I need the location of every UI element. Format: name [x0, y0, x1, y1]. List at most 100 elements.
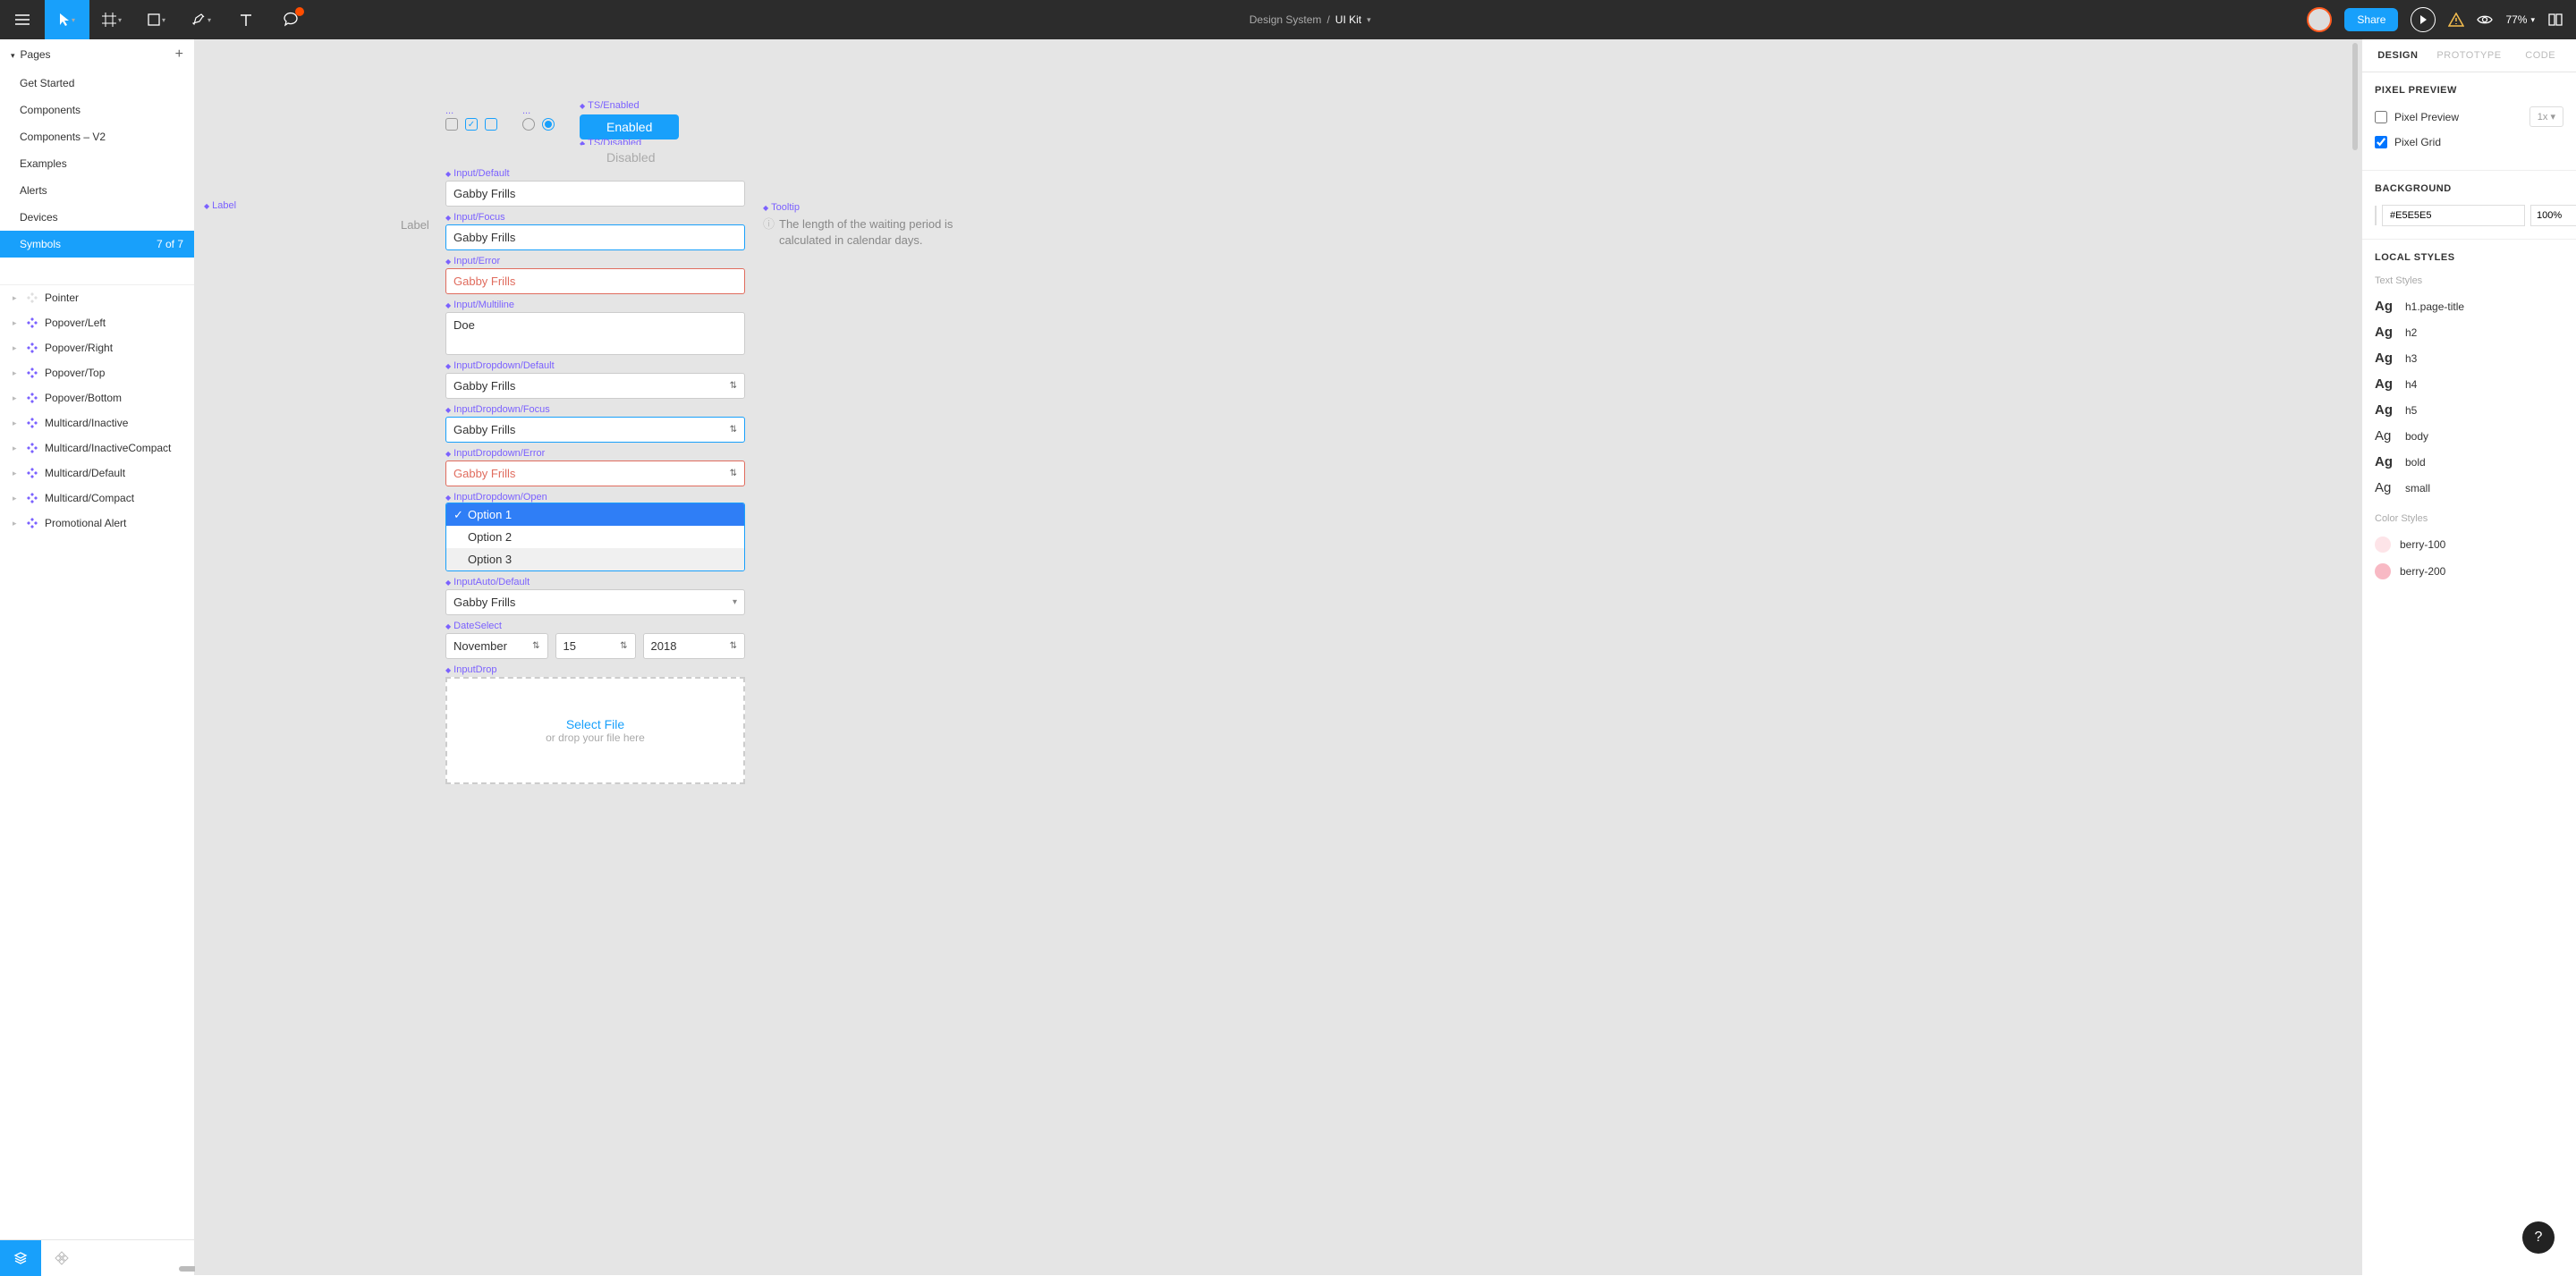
background-opacity-input[interactable] [2530, 205, 2576, 226]
text-styles-subtitle: Text Styles [2375, 275, 2563, 286]
frame-ts-enabled[interactable]: TS/Enabled [580, 100, 640, 111]
checkbox-checked[interactable]: ✓ [465, 118, 478, 131]
frame-input-default[interactable]: Input/Default [445, 168, 745, 179]
layer-item[interactable]: ▸Popover/Bottom [0, 385, 194, 410]
frame-date-select[interactable]: DateSelect [445, 621, 745, 631]
frame-input-multiline[interactable]: Input/Multiline [445, 300, 745, 310]
date-year[interactable]: 2018 [643, 633, 746, 659]
layers-tab[interactable] [0, 1240, 41, 1276]
background-swatch[interactable] [2375, 206, 2377, 225]
date-month[interactable]: November [445, 633, 548, 659]
pixel-preview-scale[interactable]: 1x ▾ [2529, 106, 2563, 127]
radio-unselected[interactable] [522, 118, 535, 131]
add-page-icon[interactable]: + [175, 46, 183, 63]
dropdown-error[interactable]: Gabby Frills [445, 461, 745, 486]
text-style-row[interactable]: Agh1.page-title [2375, 293, 2563, 319]
background-hex-input[interactable] [2382, 205, 2525, 226]
share-button[interactable]: Share [2344, 8, 2398, 31]
date-day[interactable]: 15 [555, 633, 636, 659]
visibility-icon[interactable] [2477, 14, 2493, 25]
frame-input-focus[interactable]: Input/Focus [445, 212, 745, 223]
expand-icon: ▸ [13, 343, 20, 353]
input-focus[interactable]: Gabby Frills [445, 224, 745, 250]
page-item[interactable]: Alerts [0, 177, 194, 204]
frame-input-drop[interactable]: InputDrop [445, 664, 745, 675]
background-title: BACKGROUND [2375, 183, 2563, 194]
layer-item[interactable]: ▸Multicard/Inactive [0, 410, 194, 435]
pixel-grid-checkbox[interactable] [2375, 136, 2387, 148]
checkbox-focus[interactable] [485, 118, 497, 131]
dropdown-open[interactable]: Option 1 Option 2 Option 3 [445, 503, 745, 571]
text-tool[interactable] [224, 0, 268, 39]
text-style-row[interactable]: Agh2 [2375, 319, 2563, 345]
frame-dd-focus[interactable]: InputDropdown/Focus [445, 404, 745, 415]
avatar[interactable] [2307, 7, 2332, 32]
comment-tool[interactable] [268, 0, 313, 39]
frame-tool[interactable]: ▾ [89, 0, 134, 39]
text-style-row[interactable]: Agh4 [2375, 371, 2563, 397]
layer-item[interactable]: ▸Pointer [0, 285, 194, 310]
text-style-row[interactable]: Agbody [2375, 423, 2563, 449]
layer-item[interactable]: ▸Multicard/InactiveCompact [0, 435, 194, 461]
frame-label-label[interactable]: Label [204, 200, 236, 211]
color-style-row[interactable]: berry-200 [2375, 558, 2563, 585]
dropdown-focus[interactable]: Gabby Frills [445, 417, 745, 443]
input-multiline[interactable]: Doe [445, 312, 745, 355]
pages-header[interactable]: ▾Pages + [0, 39, 194, 70]
layer-item[interactable]: ▸Multicard/Compact [0, 486, 194, 511]
layer-item[interactable]: ▸Popover/Top [0, 360, 194, 385]
assets-tab[interactable] [41, 1240, 82, 1276]
text-style-row[interactable]: Agh3 [2375, 345, 2563, 371]
page-item[interactable]: Components – V2 [0, 123, 194, 150]
frame-dd-error[interactable]: InputDropdown/Error [445, 448, 745, 459]
input-default[interactable]: Gabby Frills [445, 181, 745, 207]
text-style-row[interactable]: Agh5 [2375, 397, 2563, 423]
breadcrumb[interactable]: Design System / UI Kit ▾ [313, 13, 2307, 26]
pixel-preview-title: PIXEL PREVIEW [2375, 85, 2563, 96]
page-item[interactable]: Symbols7 of 7 [0, 231, 194, 258]
text-style-row[interactable]: Agbold [2375, 449, 2563, 475]
tab-prototype[interactable]: PROTOTYPE [2434, 39, 2505, 72]
shape-tool[interactable]: ▾ [134, 0, 179, 39]
library-icon[interactable] [2547, 13, 2563, 27]
present-button[interactable] [2411, 7, 2436, 32]
move-tool[interactable]: ▾ [45, 0, 89, 39]
dropdown-option-2[interactable]: Option 2 [446, 526, 744, 548]
component-icon [27, 443, 38, 453]
dropdown-option-1[interactable]: Option 1 [446, 503, 744, 526]
radio-selected[interactable] [542, 118, 555, 131]
dropdown-default[interactable]: Gabby Frills [445, 373, 745, 399]
frame-tooltip[interactable]: Tooltip [763, 202, 969, 213]
help-button[interactable]: ? [2522, 1221, 2555, 1254]
layer-item[interactable]: ▸Popover/Right [0, 335, 194, 360]
layer-item[interactable]: ▸Popover/Left [0, 310, 194, 335]
text-style-row[interactable]: Agsmall [2375, 475, 2563, 501]
page-item[interactable]: Examples [0, 150, 194, 177]
frame-auto-default[interactable]: InputAuto/Default [445, 577, 745, 587]
warning-icon[interactable] [2448, 13, 2464, 27]
enabled-button[interactable]: Enabled [580, 114, 679, 139]
canvas-scrollbar[interactable] [2352, 43, 2358, 150]
frame-dd-open[interactable]: InputDropdown/Open [445, 492, 745, 503]
page-item[interactable]: Components [0, 97, 194, 123]
component-icon [27, 518, 38, 528]
layer-item[interactable]: ▸Promotional Alert [0, 511, 194, 536]
layer-item[interactable]: ▸Multicard/Default [0, 461, 194, 486]
checkbox-unchecked[interactable] [445, 118, 458, 131]
input-auto[interactable]: Gabby Frills [445, 589, 745, 615]
page-item[interactable]: Devices [0, 204, 194, 231]
file-drop-zone[interactable]: Select File or drop your file here [445, 677, 745, 784]
frame-dd-default[interactable]: InputDropdown/Default [445, 360, 745, 371]
zoom-control[interactable]: 77% ▾ [2505, 13, 2535, 26]
tab-design[interactable]: DESIGN [2362, 39, 2434, 72]
pen-tool[interactable]: ▾ [179, 0, 224, 39]
color-style-row[interactable]: berry-100 [2375, 531, 2563, 558]
pixel-preview-checkbox[interactable] [2375, 111, 2387, 123]
tab-code[interactable]: CODE [2504, 39, 2576, 72]
canvas[interactable]: Label Label ... ✓ ... TS/Enabled Enabled… [195, 39, 2361, 1275]
page-item[interactable]: Get Started [0, 70, 194, 97]
dropdown-option-3[interactable]: Option 3 [446, 548, 744, 570]
input-error[interactable]: Gabby Frills [445, 268, 745, 294]
frame-input-error[interactable]: Input/Error [445, 256, 745, 266]
hamburger-menu[interactable] [0, 0, 45, 39]
